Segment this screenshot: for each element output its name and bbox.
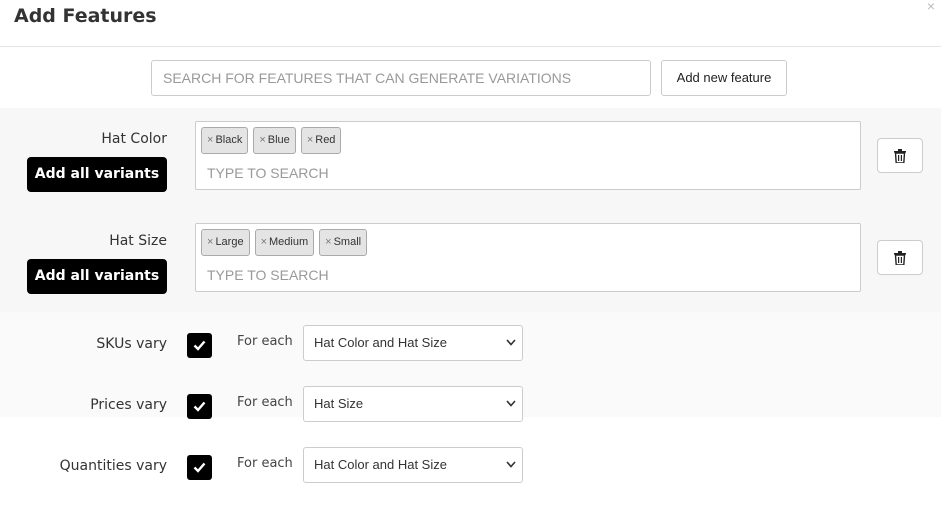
vary-label: Prices vary xyxy=(90,397,167,413)
remove-tag-icon[interactable]: × xyxy=(307,134,313,146)
prices-vary-select[interactable]: Hat Size xyxy=(303,386,523,422)
variant-tag: × Blue xyxy=(253,127,296,154)
close-icon[interactable]: × xyxy=(927,0,935,14)
chevron-down-icon xyxy=(506,461,516,468)
variant-tag-label: Medium xyxy=(269,236,309,248)
variant-tag: × Black xyxy=(201,127,249,154)
variant-tag: × Small xyxy=(319,229,368,256)
skus-vary-checkbox[interactable] xyxy=(187,333,212,358)
variant-tag-label: Large xyxy=(215,236,244,248)
feature-label: Hat Color xyxy=(101,131,167,147)
modal-title: Add Features xyxy=(14,5,157,27)
variant-tag-box[interactable]: × Large × Medium × Small TYPE TO SEARCH xyxy=(195,223,861,292)
prices-vary-row: Prices vary For each Hat Size xyxy=(0,386,941,427)
feature-search-row: Add new feature xyxy=(0,47,941,108)
variant-tag-box[interactable]: × Black × Blue × Red TYPE TO SEARCH xyxy=(195,121,861,190)
quantities-vary-row: Quantities vary For each Hat Color and H… xyxy=(0,447,941,488)
variation-settings: SKUs vary For each Hat Color and Hat Siz… xyxy=(0,312,941,514)
remove-tag-icon[interactable]: × xyxy=(259,134,265,146)
for-each-label: For each xyxy=(237,456,293,471)
feature-row-hat-size: Hat Size Add all variants × Large × Medium… xyxy=(0,210,941,312)
select-value: Hat Color and Hat Size xyxy=(314,335,447,350)
variant-tag: × Large xyxy=(201,229,250,256)
vary-label: Quantities vary xyxy=(59,458,167,474)
check-icon xyxy=(193,462,206,473)
trash-icon xyxy=(894,251,906,265)
chevron-down-icon xyxy=(506,400,516,407)
remove-tag-icon[interactable]: × xyxy=(207,134,213,146)
quantities-vary-checkbox[interactable] xyxy=(187,455,212,480)
remove-tag-icon[interactable]: × xyxy=(207,236,213,248)
variant-tag-label: Blue xyxy=(267,134,290,146)
modal-header: Add Features × xyxy=(0,0,941,47)
variant-tag-label: Red xyxy=(315,134,336,146)
feature-label: Hat Size xyxy=(109,233,167,249)
chevron-down-icon xyxy=(506,339,516,346)
select-value: Hat Color and Hat Size xyxy=(314,457,447,472)
feature-search-input[interactable] xyxy=(151,60,651,96)
variant-tag-label: Black xyxy=(215,134,243,146)
skus-vary-select[interactable]: Hat Color and Hat Size xyxy=(303,325,523,361)
add-all-variants-button[interactable]: Add all variants xyxy=(27,157,167,192)
delete-feature-button[interactable] xyxy=(877,240,923,275)
variant-search-input[interactable]: TYPE TO SEARCH xyxy=(207,267,329,283)
for-each-label: For each xyxy=(237,395,293,410)
delete-feature-button[interactable] xyxy=(877,138,923,173)
add-new-feature-button[interactable]: Add new feature xyxy=(661,60,787,96)
variant-search-input[interactable]: TYPE TO SEARCH xyxy=(207,165,329,181)
variant-tag-label: Small xyxy=(333,236,362,248)
skus-vary-row: SKUs vary For each Hat Color and Hat Siz… xyxy=(0,325,941,366)
remove-tag-icon[interactable]: × xyxy=(325,236,331,248)
check-icon xyxy=(193,340,206,351)
select-value: Hat Size xyxy=(314,396,364,411)
variant-tag: × Medium xyxy=(254,229,315,256)
vary-label: SKUs vary xyxy=(96,336,167,352)
remove-tag-icon[interactable]: × xyxy=(261,236,267,248)
variant-tag: × Red xyxy=(300,127,342,154)
check-icon xyxy=(193,401,206,412)
add-all-variants-button[interactable]: Add all variants xyxy=(27,259,167,294)
quantities-vary-select[interactable]: Hat Color and Hat Size xyxy=(303,447,523,483)
for-each-label: For each xyxy=(237,334,293,349)
prices-vary-checkbox[interactable] xyxy=(187,394,212,419)
feature-row-hat-color: Hat Color Add all variants × Black × Blue … xyxy=(0,108,941,210)
trash-icon xyxy=(894,149,906,163)
